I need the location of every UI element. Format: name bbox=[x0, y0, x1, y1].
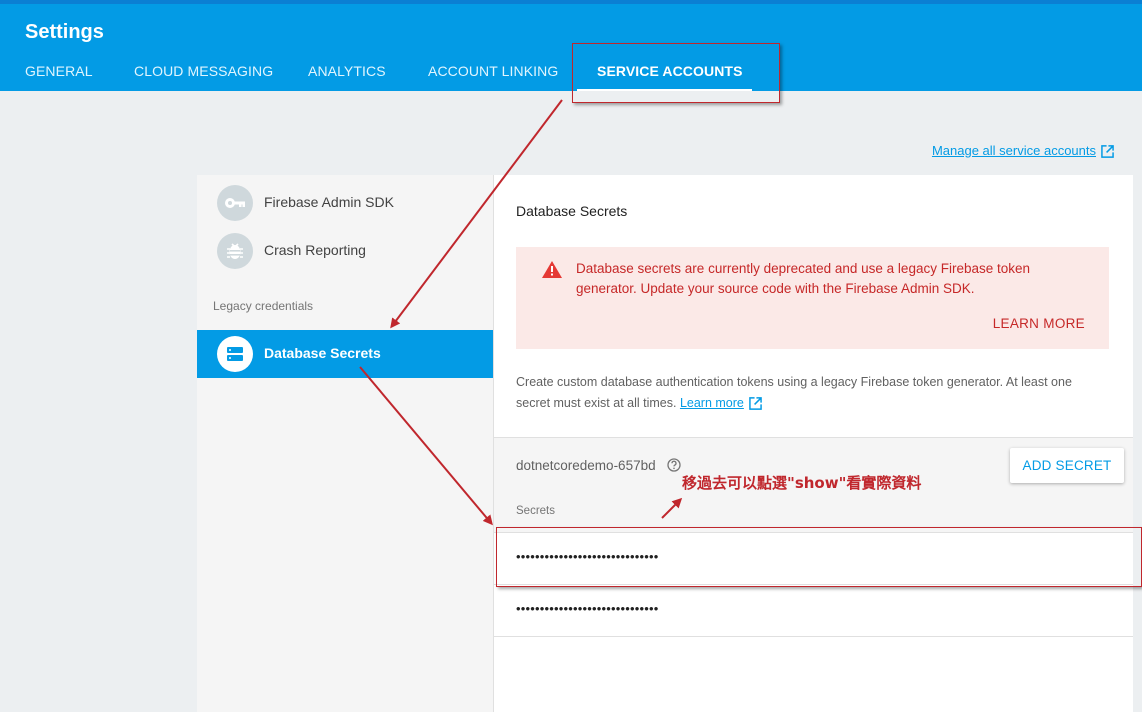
secrets-column-header: Secrets bbox=[494, 494, 1133, 533]
secret-row[interactable]: •••••••••••••••••••••••••••••• bbox=[494, 585, 1133, 637]
sidebar-item-crash-reporting[interactable]: Crash Reporting bbox=[197, 227, 493, 275]
learn-more-button[interactable]: LEARN MORE bbox=[993, 316, 1085, 331]
sidebar-item-firebase-admin-sdk[interactable]: Firebase Admin SDK bbox=[197, 179, 493, 227]
secret-row[interactable]: •••••••••••••••••••••••••••••• bbox=[494, 533, 1133, 585]
add-secret-button[interactable]: ADD SECRET bbox=[1010, 448, 1124, 483]
key-icon bbox=[217, 185, 253, 221]
warning-message: Database secrets are currently deprecate… bbox=[576, 261, 1031, 296]
annotation-text: 移過去可以點選"show"看實際資料 bbox=[682, 474, 922, 492]
sidebar-item-label: Database Secrets bbox=[264, 345, 381, 361]
section-title: Database Secrets bbox=[516, 203, 628, 219]
open-in-new-icon bbox=[1101, 145, 1114, 158]
bug-icon bbox=[217, 233, 253, 269]
manage-link-label: Manage all service accounts bbox=[931, 143, 1096, 158]
warning-icon bbox=[542, 261, 562, 278]
sidebar-item-database-secrets[interactable]: Database Secrets bbox=[197, 330, 493, 378]
active-tab-indicator bbox=[577, 89, 752, 91]
legacy-credentials-heading: Legacy credentials bbox=[213, 299, 314, 313]
description-text: Create custom database authentication to… bbox=[516, 375, 1072, 410]
tab-general[interactable]: GENERAL bbox=[25, 63, 93, 79]
sidebar-item-label: Crash Reporting bbox=[264, 242, 366, 258]
learn-more-link[interactable]: Learn more bbox=[680, 396, 744, 410]
database-name: dotnetcoredemo-657bd bbox=[516, 458, 656, 473]
masked-secret: •••••••••••••••••••••••••••••• bbox=[516, 601, 659, 616]
secrets-header-label: Secrets bbox=[516, 505, 555, 517]
tab-cloud-messaging[interactable]: CLOUD MESSAGING bbox=[134, 63, 273, 79]
deprecation-warning: Database secrets are currently deprecate… bbox=[516, 247, 1109, 349]
masked-secret: •••••••••••••••••••••••••••••• bbox=[516, 549, 659, 564]
sidebar-item-label: Firebase Admin SDK bbox=[264, 194, 394, 210]
tab-analytics[interactable]: ANALYTICS bbox=[308, 63, 386, 79]
storage-icon bbox=[217, 336, 253, 372]
open-in-new-icon bbox=[749, 397, 762, 410]
manage-service-accounts-link[interactable]: Manage all service accounts bbox=[932, 143, 1114, 158]
settings-header: Settings GENERAL CLOUD MESSAGING ANALYTI… bbox=[0, 4, 1142, 91]
page-title: Settings bbox=[25, 21, 104, 43]
help-icon[interactable] bbox=[667, 458, 681, 472]
service-accounts-sidebar: Firebase Admin SDK Crash Reporting Legac… bbox=[197, 175, 494, 712]
tab-account-linking[interactable]: ACCOUNT LINKING bbox=[428, 63, 558, 79]
description: Create custom database authentication to… bbox=[516, 372, 1106, 414]
database-secrets-panel: Database Secrets Database secrets are cu… bbox=[494, 175, 1133, 712]
tab-service-accounts[interactable]: SERVICE ACCOUNTS bbox=[597, 63, 743, 79]
